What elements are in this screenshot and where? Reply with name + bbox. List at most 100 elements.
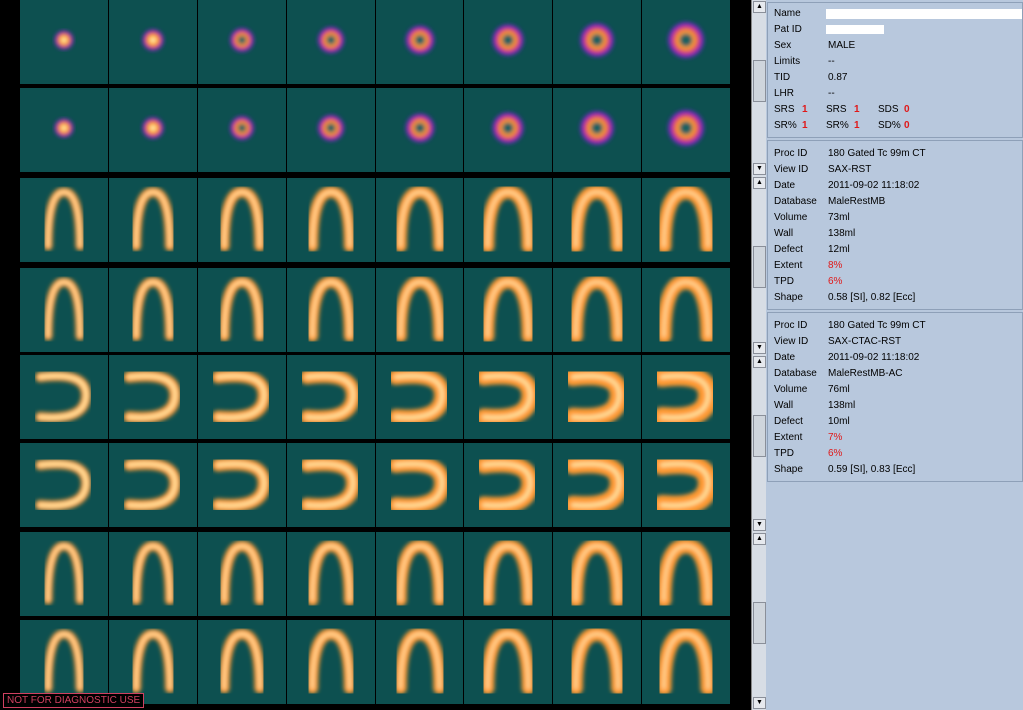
horizontal-long-axis-slice[interactable]: [20, 355, 108, 439]
sdp-value: 0: [904, 120, 910, 131]
vertical-long-axis-slice[interactable]: [197, 620, 286, 704]
vertical-long-axis-slice[interactable]: [108, 178, 197, 262]
date-label: Date: [774, 352, 796, 363]
scroll-thumb[interactable]: [753, 60, 766, 102]
horizontal-long-axis-slice[interactable]: [464, 443, 553, 527]
horizontal-long-axis-slice[interactable]: [642, 443, 730, 527]
vertical-long-axis-slice[interactable]: [286, 532, 375, 616]
horizontal-long-axis-slice[interactable]: [553, 443, 642, 527]
vertical-long-axis-slice[interactable]: [464, 268, 553, 352]
short-axis-slice[interactable]: [464, 88, 553, 172]
sds-label: SDS: [878, 104, 899, 115]
scroll-down-arrow-icon[interactable]: ▼: [753, 163, 766, 175]
vertical-long-axis-slice[interactable]: [642, 268, 730, 352]
scroll-down-arrow-icon[interactable]: ▼: [753, 697, 766, 709]
vertical-long-axis-slice[interactable]: [20, 532, 108, 616]
slice-scrollbar[interactable]: ▲ ▼: [751, 532, 766, 710]
scroll-up-arrow-icon[interactable]: ▲: [753, 1, 766, 13]
horizontal-long-axis-slice[interactable]: [464, 355, 553, 439]
extent-value: 8%: [828, 260, 843, 271]
vertical-long-axis-slice[interactable]: [20, 268, 108, 352]
scroll-up-arrow-icon[interactable]: ▲: [753, 177, 766, 189]
short-axis-slice[interactable]: [464, 0, 553, 84]
short-axis-slice[interactable]: [553, 0, 642, 84]
vertical-long-axis-slice[interactable]: [375, 178, 464, 262]
tpd-label: TPD: [774, 448, 794, 459]
vertical-long-axis-slice[interactable]: [108, 620, 197, 704]
vertical-long-axis-slice[interactable]: [375, 532, 464, 616]
lhr-value: --: [828, 88, 835, 99]
vertical-long-axis-slice[interactable]: [108, 268, 197, 352]
vertical-long-axis-slice[interactable]: [375, 268, 464, 352]
vertical-long-axis-slice[interactable]: [642, 532, 730, 616]
short-axis-slice[interactable]: [108, 88, 197, 172]
vertical-long-axis-slice[interactable]: [464, 532, 553, 616]
srs-value-2: 1: [854, 104, 860, 115]
horizontal-long-axis-slice[interactable]: [108, 355, 197, 439]
slice-viewer[interactable]: [0, 0, 751, 710]
short-axis-slice[interactable]: [197, 0, 286, 84]
vertical-long-axis-slice[interactable]: [197, 178, 286, 262]
vertical-long-axis-slice[interactable]: [553, 268, 642, 352]
vertical-long-axis-slice[interactable]: [642, 178, 730, 262]
vertical-long-axis-slice[interactable]: [553, 620, 642, 704]
slice-scrollbar[interactable]: ▲ ▼: [751, 0, 766, 176]
extent-value: 7%: [828, 432, 843, 443]
scroll-down-arrow-icon[interactable]: ▼: [753, 519, 766, 531]
vertical-long-axis-slice[interactable]: [286, 268, 375, 352]
scroll-up-arrow-icon[interactable]: ▲: [753, 533, 766, 545]
horizontal-long-axis-slice[interactable]: [286, 443, 375, 527]
horizontal-long-axis-slice[interactable]: [553, 355, 642, 439]
scroll-thumb[interactable]: [753, 602, 766, 644]
short-axis-slice[interactable]: [375, 88, 464, 172]
limits-value: --: [828, 56, 835, 67]
horizontal-long-axis-slice[interactable]: [286, 355, 375, 439]
short-axis-slice[interactable]: [20, 88, 108, 172]
defect-label: Defect: [774, 244, 803, 255]
short-axis-slice[interactable]: [642, 88, 730, 172]
scroll-down-arrow-icon[interactable]: ▼: [753, 342, 766, 354]
vertical-long-axis-slice[interactable]: [642, 620, 730, 704]
vertical-long-axis-slice[interactable]: [553, 178, 642, 262]
database-label: Database: [774, 368, 817, 379]
slice-row: [20, 620, 731, 704]
short-axis-slice[interactable]: [20, 0, 108, 84]
slice-row: [20, 443, 731, 527]
vertical-long-axis-slice[interactable]: [197, 532, 286, 616]
vertical-long-axis-slice[interactable]: [20, 178, 108, 262]
vertical-long-axis-slice[interactable]: [553, 532, 642, 616]
volume-value: 73ml: [828, 212, 850, 223]
horizontal-long-axis-slice[interactable]: [642, 355, 730, 439]
horizontal-long-axis-slice[interactable]: [375, 355, 464, 439]
vertical-long-axis-slice[interactable]: [108, 532, 197, 616]
scroll-up-arrow-icon[interactable]: ▲: [753, 356, 766, 368]
proc-id-label: Proc ID: [774, 148, 808, 159]
vertical-long-axis-slice[interactable]: [20, 620, 108, 704]
tid-label: TID: [774, 72, 791, 83]
vertical-long-axis-slice[interactable]: [286, 620, 375, 704]
horizontal-long-axis-slice[interactable]: [197, 443, 286, 527]
scroll-thumb[interactable]: [753, 415, 766, 457]
vertical-long-axis-slice[interactable]: [464, 620, 553, 704]
sex-value: MALE: [828, 40, 856, 51]
horizontal-long-axis-slice[interactable]: [108, 443, 197, 527]
horizontal-long-axis-slice[interactable]: [20, 443, 108, 527]
short-axis-slice[interactable]: [286, 0, 375, 84]
short-axis-slice[interactable]: [642, 0, 730, 84]
short-axis-slice[interactable]: [553, 88, 642, 172]
horizontal-long-axis-slice[interactable]: [197, 355, 286, 439]
short-axis-slice[interactable]: [108, 0, 197, 84]
slice-scrollbar[interactable]: ▲ ▼: [751, 176, 766, 355]
scroll-thumb[interactable]: [753, 246, 766, 288]
not-for-diagnostic-label: NOT FOR DIAGNOSTIC USE: [3, 693, 145, 708]
short-axis-slice[interactable]: [375, 0, 464, 84]
vertical-long-axis-slice[interactable]: [197, 268, 286, 352]
short-axis-slice[interactable]: [197, 88, 286, 172]
vertical-long-axis-slice[interactable]: [286, 178, 375, 262]
vertical-long-axis-slice[interactable]: [464, 178, 553, 262]
slice-scrollbar[interactable]: ▲ ▼: [751, 355, 766, 532]
short-axis-slice[interactable]: [286, 88, 375, 172]
vertical-long-axis-slice[interactable]: [375, 620, 464, 704]
srs-value-1: 1: [802, 104, 808, 115]
horizontal-long-axis-slice[interactable]: [375, 443, 464, 527]
